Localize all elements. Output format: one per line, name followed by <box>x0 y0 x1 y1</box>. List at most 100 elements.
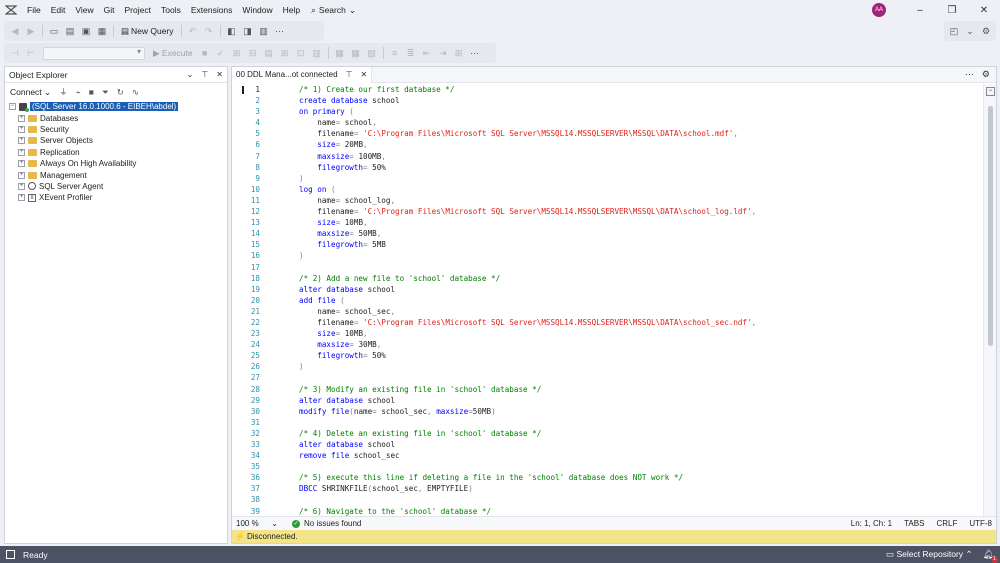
tree-node-replication[interactable]: + Replication <box>9 147 227 158</box>
code-line[interactable]: filename= 'C:\Program Files\Microsoft SQ… <box>299 206 756 217</box>
database-selector[interactable] <box>43 46 145 60</box>
code-line[interactable]: maxsize= 100MB, <box>299 151 756 162</box>
code-line[interactable]: add file ( <box>299 295 756 306</box>
new-query-button[interactable]: ▤ New Query <box>118 26 177 37</box>
pin-icon[interactable]: ⊤ <box>346 70 353 79</box>
code-line[interactable]: filegrowth= 50% <box>299 350 756 361</box>
code-line[interactable]: /* 5) execute this line if deleting a fi… <box>299 472 756 483</box>
redo-icon[interactable]: ↷ <box>202 24 216 38</box>
line-ending[interactable]: CRLF <box>936 519 957 528</box>
code-line[interactable]: modify file(name= school_sec, maxsize=50… <box>299 406 756 417</box>
stop-icon[interactable]: ■ <box>89 87 94 97</box>
chevron-down-icon[interactable]: ⌄ <box>187 70 194 79</box>
code-line[interactable]: on primary ( <box>299 106 756 117</box>
minimize-button[interactable]: – <box>904 0 936 20</box>
results-text-icon[interactable]: ▦ <box>333 46 347 60</box>
tree-node-management[interactable]: + Management <box>9 169 227 180</box>
code-line[interactable]: filegrowth= 50% <box>299 162 756 173</box>
pin-icon[interactable]: ⊤ <box>201 70 208 79</box>
split-icon[interactable]: − <box>986 87 995 96</box>
code-line[interactable]: ) <box>299 361 756 372</box>
tree-node-xevent-profiler[interactable]: + X XEvent Profiler <box>9 192 227 203</box>
expand-icon[interactable]: + <box>18 182 25 190</box>
code-line[interactable]: ) <box>299 173 756 184</box>
code-line[interactable]: size= 10MB, <box>299 217 756 228</box>
collapse-icon[interactable]: − <box>9 103 16 111</box>
indent-mode[interactable]: TABS <box>904 519 924 528</box>
tree-node-security[interactable]: + Security <box>9 124 227 135</box>
code-line[interactable]: alter database school <box>299 395 756 406</box>
increase-indent-icon[interactable]: ⇥ <box>436 46 450 60</box>
code-editor[interactable]: 1 2 3 4 5 6 7 8 9 10 11 12 13 14 15 16 17 18 19 20 21 22 23 24 2… <box>232 84 984 516</box>
code-line[interactable]: ) <box>299 250 756 261</box>
code-line[interactable]: name= school_log, <box>299 195 756 206</box>
menu-window[interactable]: Window <box>237 0 277 20</box>
expand-icon[interactable]: + <box>18 194 25 202</box>
menu-project[interactable]: Project <box>120 0 156 20</box>
results-file-icon[interactable]: ▧ <box>365 46 379 60</box>
client-stats-icon[interactable]: ▥ <box>310 46 324 60</box>
comment-icon[interactable]: ≡ <box>388 46 402 60</box>
issues-indicator[interactable]: ✓ No issues found <box>292 519 361 528</box>
forward-icon[interactable]: ▶ <box>24 24 38 38</box>
connect-icon[interactable]: ⊣ <box>8 46 22 60</box>
results-grid-icon[interactable]: ▦ <box>349 46 363 60</box>
open-file-icon[interactable]: ▤ <box>63 24 77 38</box>
code-line[interactable] <box>299 494 756 505</box>
specify-values-icon[interactable]: ⊞ <box>452 46 466 60</box>
more-options-icon[interactable]: ⋯ <box>468 46 482 60</box>
code-line[interactable]: create database school <box>299 95 756 106</box>
code-line[interactable]: DBCC SHRINKFILE(school_sec, EMPTYFILE) <box>299 483 756 494</box>
filter-icon[interactable]: ⏷ <box>102 87 109 98</box>
select-repository-button[interactable]: ▭ Select Repository ⌃ <box>886 549 973 560</box>
activity-monitor-icon[interactable]: ∿ <box>132 87 139 98</box>
tree-node-databases[interactable]: + Databases <box>9 112 227 123</box>
code-line[interactable]: alter database school <box>299 284 756 295</box>
menu-help[interactable]: Help <box>278 0 305 20</box>
code-line[interactable]: filegrowth= 5MB <box>299 239 756 250</box>
tree-node-always-on[interactable]: + Always On High Availability <box>9 158 227 169</box>
code-line[interactable]: maxsize= 50MB, <box>299 228 756 239</box>
back-icon[interactable]: ◀ <box>8 24 22 38</box>
settings-icon[interactable]: ⚙ <box>979 24 993 38</box>
query-options-icon[interactable]: ⊟ <box>246 46 260 60</box>
restore-button[interactable]: ❐ <box>936 0 968 20</box>
expand-icon[interactable]: + <box>18 137 25 145</box>
code-line[interactable]: name= school, <box>299 117 756 128</box>
live-stats-icon[interactable]: ⊡ <box>294 46 308 60</box>
menu-tools[interactable]: Tools <box>156 0 186 20</box>
code-line[interactable]: /* 1) Create our first database */ <box>299 84 756 95</box>
code-line[interactable] <box>299 262 756 273</box>
expand-icon[interactable]: + <box>18 114 25 122</box>
expand-icon[interactable]: + <box>18 125 25 133</box>
code-line[interactable]: log on ( <box>299 184 756 195</box>
code-line[interactable]: /* 6) Navigate to the 'school' database … <box>299 506 756 516</box>
scrollbar-thumb[interactable] <box>988 106 993 346</box>
disconnect-icon[interactable]: ⌁ <box>76 87 81 98</box>
uncomment-icon[interactable]: ≣ <box>404 46 418 60</box>
user-avatar[interactable]: AA <box>872 3 886 17</box>
execute-button[interactable]: ▶ Execute <box>150 48 196 59</box>
live-share-icon[interactable]: ◰ <box>947 24 961 38</box>
code-line[interactable]: size= 20MB, <box>299 139 756 150</box>
notifications-button[interactable]: 🔔︎ 1 <box>983 549 998 563</box>
stop-icon[interactable]: ■ <box>198 46 212 60</box>
code-line[interactable]: remove file school_sec <box>299 450 756 461</box>
solution-explorer-icon[interactable]: ◨ <box>241 24 255 38</box>
menu-view[interactable]: View <box>70 0 98 20</box>
actual-plan-icon[interactable]: ⊞ <box>278 46 292 60</box>
connect-icon[interactable]: ⏚ <box>59 86 68 98</box>
properties-icon[interactable]: ▥ <box>257 24 271 38</box>
refresh-icon[interactable]: ↻ <box>117 87 124 98</box>
change-connection-icon[interactable]: ⊢ <box>24 46 38 60</box>
parse-icon[interactable]: ✓ <box>214 46 228 60</box>
code-line[interactable]: size= 10MB, <box>299 328 756 339</box>
save-all-icon[interactable]: ▦ <box>95 24 109 38</box>
code-line[interactable]: filename= 'C:\Program Files\Microsoft SQ… <box>299 128 756 139</box>
activity-monitor-icon[interactable]: ◧ <box>225 24 239 38</box>
connect-dropdown[interactable]: Connect ⌄ <box>10 87 51 98</box>
estimated-plan-icon[interactable]: ⊞ <box>230 46 244 60</box>
settings-icon[interactable]: ⚙ <box>982 69 990 80</box>
code-line[interactable]: /* 4) Delete an existing file in 'school… <box>299 428 756 439</box>
chevron-down-icon[interactable]: ⌄ <box>963 24 977 38</box>
